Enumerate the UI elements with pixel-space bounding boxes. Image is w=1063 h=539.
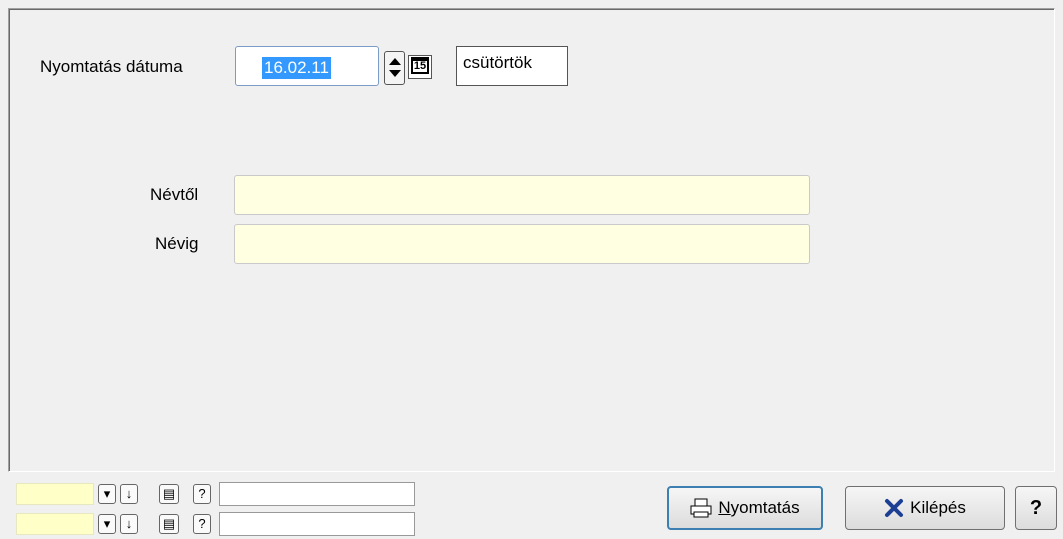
filter-value-field[interactable]: [219, 512, 415, 536]
calendar-icon: 15: [410, 57, 430, 74]
dropdown-icon[interactable]: ▾: [98, 514, 116, 534]
help-small-button[interactable]: ?: [193, 514, 211, 534]
from-name-label: Névtől: [150, 185, 199, 204]
spin-down-icon[interactable]: [389, 70, 401, 77]
filter-field[interactable]: [16, 513, 94, 535]
printer-icon: [690, 498, 712, 518]
document-icon[interactable]: ▤: [159, 484, 179, 504]
exit-button[interactable]: Kilépés: [845, 486, 1005, 530]
date-spinner[interactable]: [384, 51, 405, 85]
exit-label: Kilépés: [910, 498, 966, 517]
dropdown-icon[interactable]: ▾: [98, 484, 116, 504]
filter-field[interactable]: [16, 483, 94, 505]
help-button[interactable]: ?: [1015, 486, 1057, 530]
filter-value-field[interactable]: [219, 482, 415, 506]
print-date-field[interactable]: 16.02.11: [235, 46, 379, 86]
to-name-input[interactable]: [234, 224, 810, 264]
to-name-label: Névig: [155, 234, 199, 253]
calendar-button[interactable]: 15: [408, 55, 432, 79]
document-icon[interactable]: ▤: [159, 514, 179, 534]
print-button[interactable]: Nyomtatás: [667, 486, 823, 530]
spin-up-icon[interactable]: [389, 58, 401, 65]
close-icon: [885, 499, 904, 517]
from-name-input[interactable]: [234, 175, 810, 215]
help-small-button[interactable]: ?: [193, 484, 211, 504]
print-label: Nyomtatás: [718, 498, 800, 517]
down-arrow-icon[interactable]: ↓: [120, 514, 138, 534]
date-value: 16.02.11: [262, 57, 331, 79]
down-arrow-icon[interactable]: ↓: [120, 484, 138, 504]
weekday-field: csütörtök: [456, 46, 568, 86]
print-date-label: Nyomtatás dátuma: [40, 57, 183, 76]
